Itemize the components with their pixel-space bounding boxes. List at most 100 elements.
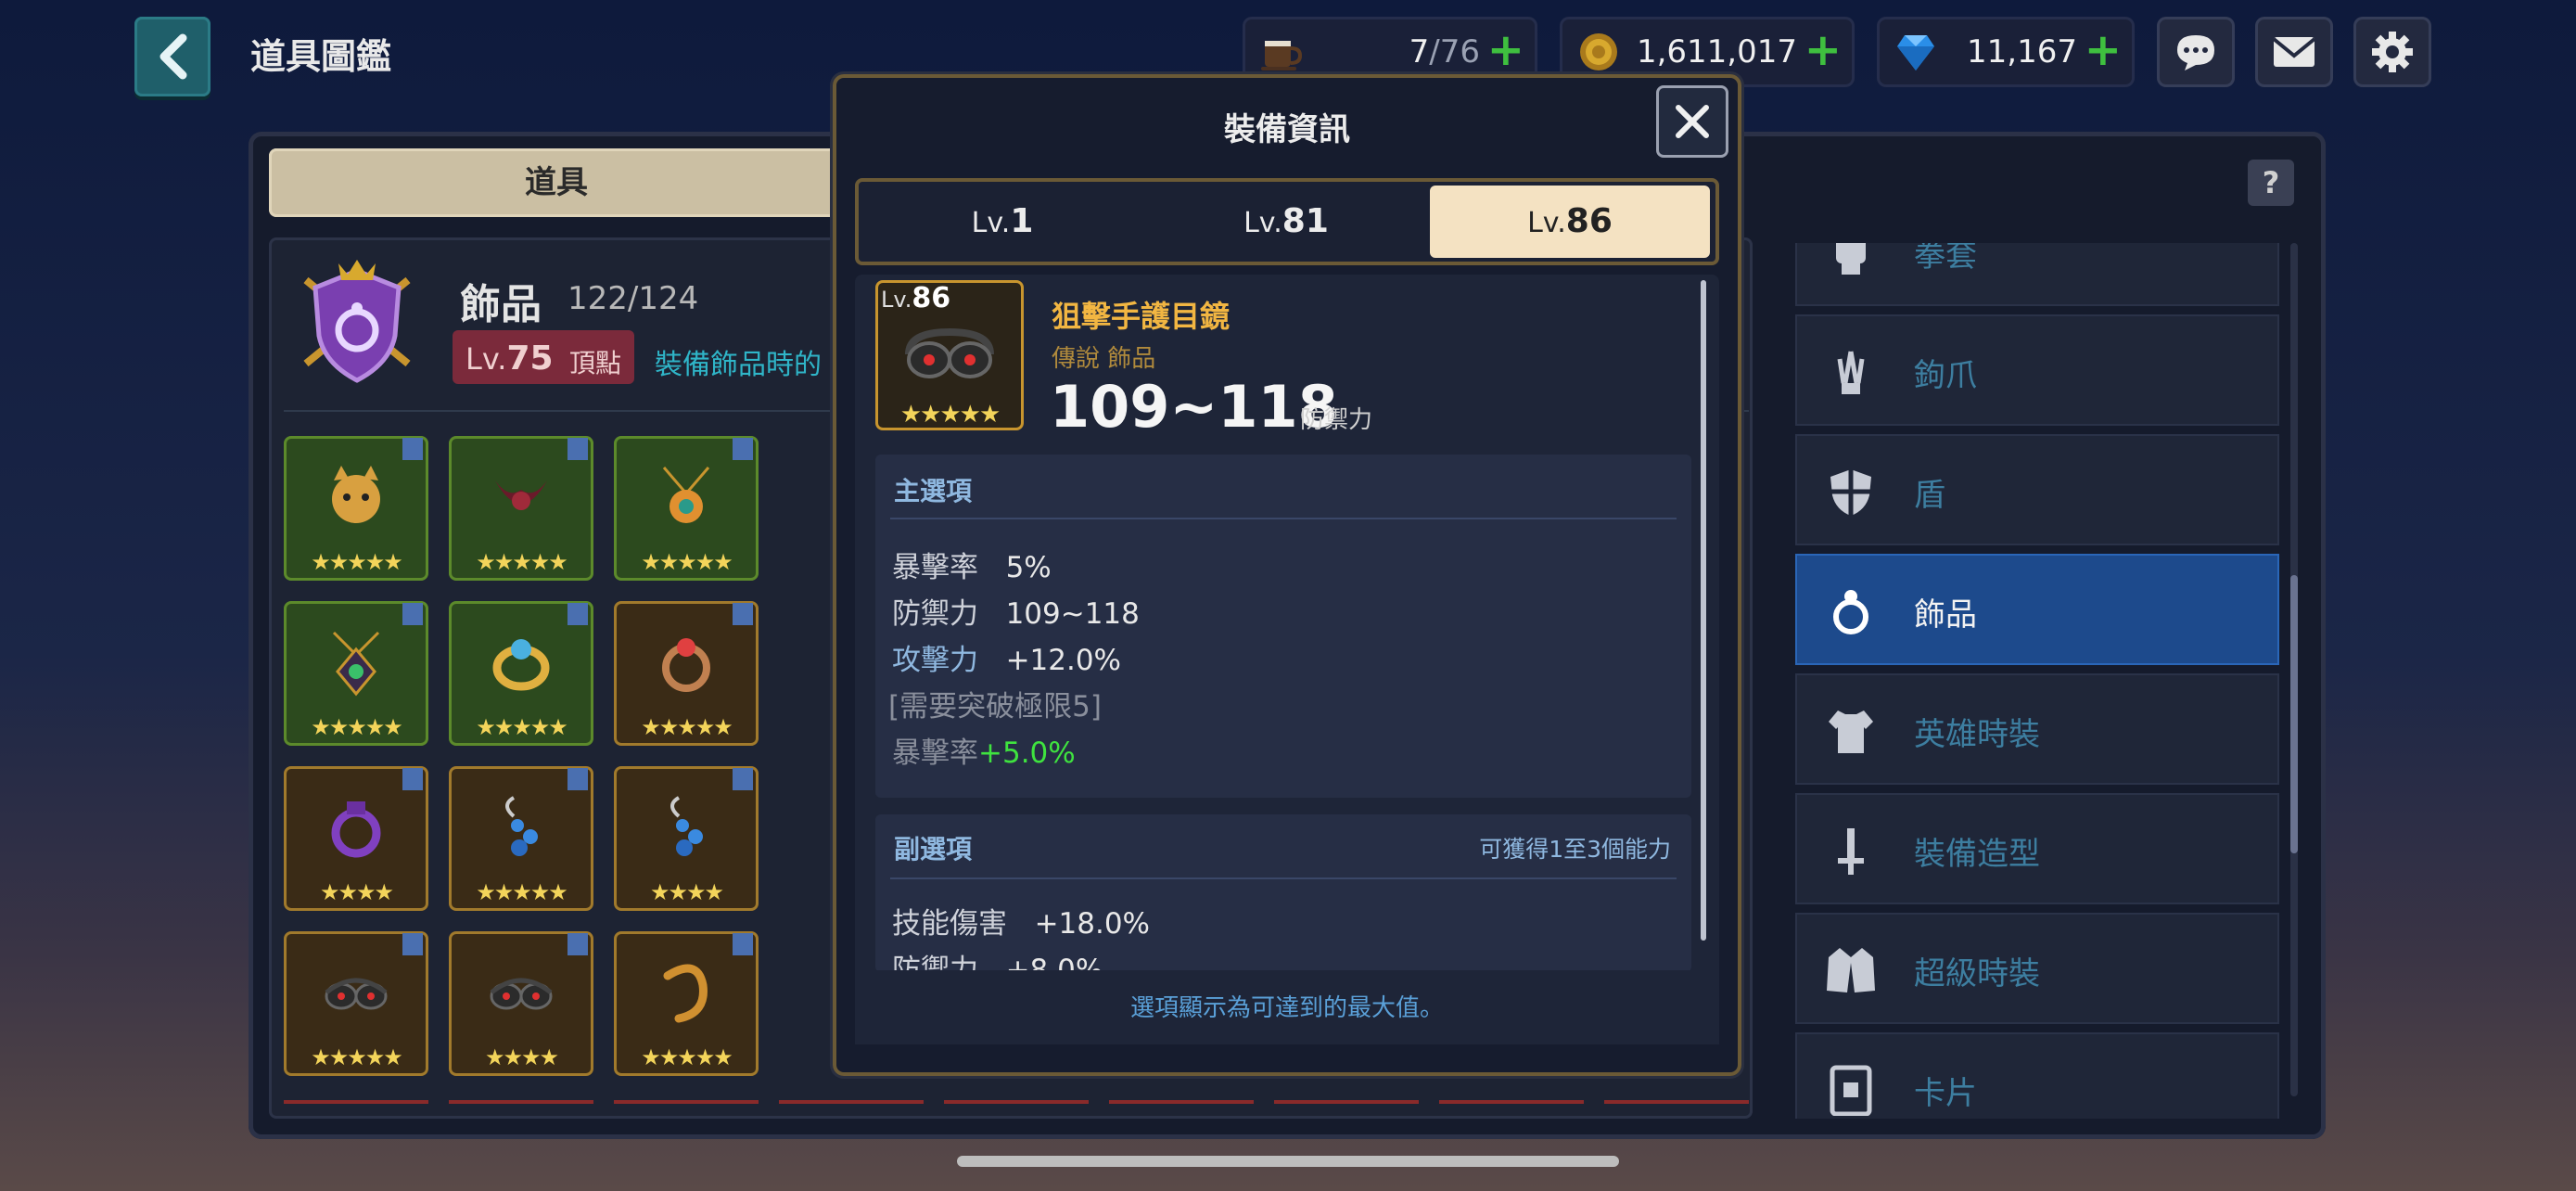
- add-stamina-button[interactable]: +: [1487, 26, 1524, 74]
- bookmark-icon: [733, 768, 753, 790]
- gold-value: 1,611,017: [1636, 33, 1797, 70]
- item-icon-frame: Lv.86 ★★★★★: [875, 280, 1024, 430]
- bookmark-icon: [733, 438, 753, 460]
- sidebar-item-shirt[interactable]: 英雄時裝: [1795, 673, 2279, 785]
- help-button[interactable]: ?: [2248, 160, 2294, 206]
- cat-mask-icon: [332, 466, 380, 523]
- sidebar-item-card[interactable]: 卡片: [1795, 1032, 2279, 1119]
- item-stars: ★★★★★: [311, 549, 403, 575]
- accessory-emblem-icon: [303, 260, 411, 383]
- sub-options-hint: 可獲得1至3個能力: [1479, 836, 1671, 863]
- tab-level-86[interactable]: Lv.86: [1430, 186, 1710, 258]
- sidebar-item-fist[interactable]: 拳套: [1795, 243, 2279, 306]
- item-slot[interactable]: ★★★★: [614, 766, 759, 911]
- item-stars: ★★★★★: [641, 549, 733, 575]
- item-slot[interactable]: ★★★★★: [284, 601, 428, 746]
- sub-options-box: 副選項 可獲得1至3個能力 技能傷害 +18.0% 防禦力 +8.0%: [875, 814, 1691, 972]
- bookmark-icon: [402, 438, 423, 460]
- mail-button[interactable]: [2255, 17, 2333, 87]
- close-icon: [1676, 105, 1709, 138]
- gem-icon: [1897, 35, 1934, 70]
- item-name: 狙擊手護目鏡: [1052, 299, 1231, 334]
- main-options-title: 主選項: [894, 476, 973, 506]
- tab-items[interactable]: 道具: [269, 148, 844, 217]
- sidebar-item-label: 鉤爪: [1914, 357, 1977, 394]
- item-slot[interactable]: ★★★★: [284, 766, 428, 911]
- item-slot[interactable]: ★★★★★: [449, 601, 593, 746]
- ring-icon: [1833, 590, 1868, 634]
- sidebar-item-label: 超級時裝: [1914, 955, 2040, 992]
- home-indicator: [957, 1156, 1619, 1167]
- bookmark-icon: [733, 933, 753, 955]
- sidebar-item-claw[interactable]: 鉤爪: [1795, 314, 2279, 426]
- item-stars: ★★★★★: [899, 401, 1001, 429]
- coffee-cup-icon: [1261, 41, 1303, 70]
- bonus-option-row: 暴擊率+5.0%: [892, 736, 1076, 770]
- item-slot[interactable]: ★★★★★: [284, 436, 428, 581]
- tab-level-81[interactable]: Lv.81: [1146, 186, 1426, 258]
- item-grade: 傳說 飾品: [1052, 345, 1156, 373]
- envelope-icon: [2272, 37, 2316, 67]
- jacket-icon: [1827, 948, 1875, 992]
- item-stars: ★★★★★: [311, 1044, 403, 1070]
- item-stars: ★★★★: [649, 879, 724, 905]
- sidebar-item-jacket[interactable]: 超級時裝: [1795, 913, 2279, 1024]
- bookmark-icon: [402, 603, 423, 625]
- sub-option-row: 技能傷害 +18.0%: [892, 907, 1151, 941]
- main-option-row: 暴擊率 5%: [892, 551, 1052, 584]
- sidebar-item-shield[interactable]: 盾: [1795, 434, 2279, 545]
- item-slot[interactable]: ★★★★★: [614, 931, 759, 1076]
- sidebar-item-ring[interactable]: 飾品: [1795, 554, 2279, 665]
- sub-options-title: 副選項: [894, 834, 973, 864]
- item-stars: ★★★★★: [641, 1044, 733, 1070]
- blue-earring-icon: [670, 796, 703, 856]
- sidebar-item-sword[interactable]: 裝備造型: [1795, 793, 2279, 904]
- gear-icon: [2372, 32, 2413, 72]
- requirement-note: [需要突破極限5]: [888, 690, 1102, 724]
- gold-horn-icon: [663, 964, 708, 1023]
- claw-icon: [1837, 351, 1865, 394]
- ruby-ring-icon: [662, 638, 710, 692]
- bookmark-icon: [567, 768, 588, 790]
- item-defense-value: 109~118: [1050, 373, 1338, 441]
- close-button[interactable]: [1656, 85, 1728, 158]
- sidebar-item-label: 英雄時裝: [1914, 716, 2040, 753]
- item-slot[interactable]: ★★★★★: [614, 601, 759, 746]
- blue-earring-icon: [505, 796, 538, 856]
- chat-button[interactable]: [2157, 17, 2235, 87]
- item-slot[interactable]: ★★★★★: [614, 436, 759, 581]
- purple-ring-icon: [331, 801, 381, 858]
- main-option-row: 防禦力 109~118: [892, 597, 1140, 631]
- back-button[interactable]: [134, 17, 210, 96]
- flower-amulet-icon: [662, 467, 710, 523]
- gem-counter: 11,167 +: [1877, 17, 2135, 87]
- bookmark-icon: [567, 933, 588, 955]
- goggles-icon: [325, 978, 388, 1010]
- modal-scroll-thumb[interactable]: [1701, 280, 1706, 941]
- modal-title: 裝備資訊: [1224, 111, 1350, 148]
- item-slot[interactable]: ★★★★★: [449, 766, 593, 911]
- card-icon: [1830, 1065, 1872, 1116]
- sidebar-scroll-thumb[interactable]: [2290, 575, 2298, 853]
- item-stat-unit: 防禦力: [1300, 406, 1373, 434]
- tab-level-1[interactable]: Lv.1: [862, 186, 1142, 258]
- bookmark-icon: [402, 933, 423, 955]
- add-gold-button[interactable]: +: [1804, 26, 1842, 74]
- item-slot[interactable]: ★★★★★: [449, 436, 593, 581]
- sidebar-item-label: 裝備造型: [1914, 836, 2040, 873]
- grid-overflow-row: [284, 1095, 1758, 1122]
- max-value-note: 選項顯示為可達到的最大值。: [1129, 994, 1444, 1022]
- settings-button[interactable]: [2353, 17, 2431, 87]
- add-gem-button[interactable]: +: [2085, 26, 2122, 74]
- gem-value: 11,167: [1967, 33, 2077, 70]
- stamina-max: /76: [1429, 33, 1480, 70]
- item-stars: ★★★★★: [476, 879, 568, 905]
- main-option-row: 攻擊力 +12.0%: [892, 644, 1122, 677]
- dark-amulet-icon: [332, 631, 380, 697]
- chat-bubble-icon: [2177, 35, 2214, 70]
- item-stars: ★★★★★: [311, 714, 403, 740]
- collection-level-badge: Lv.75 頂點: [453, 330, 634, 384]
- chevron-left-icon: [159, 33, 187, 80]
- item-slot[interactable]: ★★★★: [449, 931, 593, 1076]
- item-slot[interactable]: ★★★★★: [284, 931, 428, 1076]
